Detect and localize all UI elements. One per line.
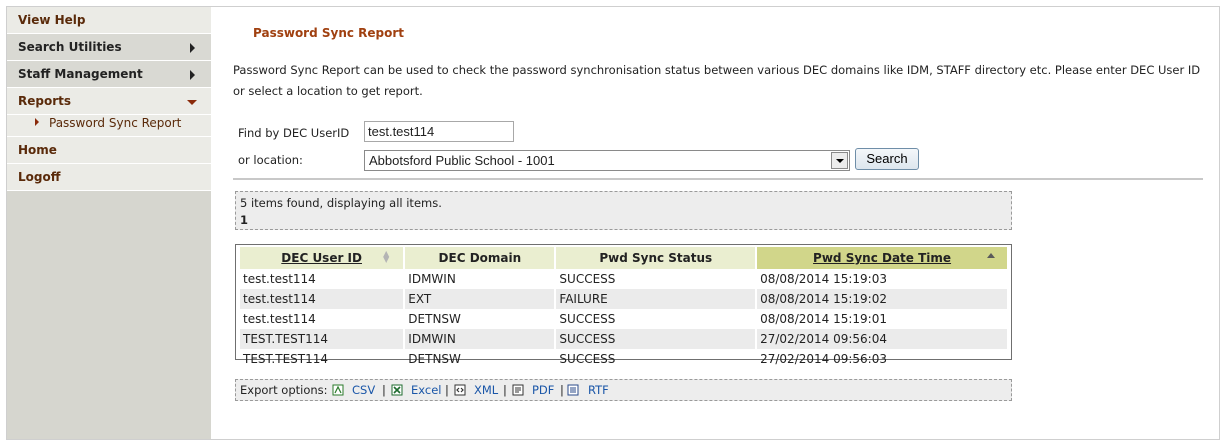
cell-user-id: test.test114 xyxy=(243,312,316,326)
sidebar-item-staff-management[interactable]: Staff Management xyxy=(7,61,211,88)
location-select[interactable]: Abbotsford Public School - 1001 xyxy=(364,150,850,171)
userid-label: Find by DEC UserID xyxy=(238,126,350,140)
column-header-pwd-sync-status: Pwd Sync Status xyxy=(556,247,756,269)
cell-status: SUCCESS xyxy=(559,272,616,286)
cell-status: SUCCESS xyxy=(556,329,756,349)
sidebar-item-home[interactable]: Home xyxy=(7,137,211,164)
location-select-value: Abbotsford Public School - 1001 xyxy=(369,153,555,168)
xml-file-icon[interactable] xyxy=(454,384,466,396)
location-label: or location: xyxy=(238,153,303,167)
table-header-row: DEC User ID ▲ ▼ DEC Domain Pwd Sync Statu… xyxy=(240,247,1007,269)
export-pdf-link[interactable]: PDF xyxy=(532,380,554,400)
search-button[interactable]: Search xyxy=(855,148,919,170)
export-separator: | xyxy=(503,383,507,397)
chevron-down-icon xyxy=(187,100,197,105)
export-separator: | xyxy=(560,383,564,397)
sidebar-item-label: Reports xyxy=(18,94,72,108)
export-separator: | xyxy=(445,383,449,397)
export-excel-link[interactable]: Excel xyxy=(411,380,441,400)
cell-user-id: test.test114 xyxy=(243,272,316,286)
column-header-pwd-sync-date-time[interactable]: Pwd Sync Date Time xyxy=(757,247,1007,269)
sidebar-item-label: Logoff xyxy=(18,170,61,184)
table-row: test.test114 DETNSW SUCCESS 08/08/2014 1… xyxy=(240,309,1007,329)
cell-domain: DETNSW xyxy=(408,312,461,326)
page-title: Password Sync Report xyxy=(253,26,405,40)
column-header-label: Pwd Sync Date Time xyxy=(813,251,952,265)
sidebar-item-search-utilities[interactable]: Search Utilities xyxy=(7,34,211,61)
cell-status: FAILURE xyxy=(556,289,756,309)
chevron-right-icon xyxy=(190,70,195,80)
sort-both-icon: ▲ ▼ xyxy=(383,249,390,264)
sidebar-item-label: Search Utilities xyxy=(18,40,122,54)
results-table: DEC User ID ▲ ▼ DEC Domain Pwd Sync Statu… xyxy=(238,247,1009,369)
csv-file-icon[interactable] xyxy=(332,384,344,396)
export-separator: | xyxy=(382,383,386,397)
export-xml-link[interactable]: XML xyxy=(474,380,498,400)
cell-domain: IDMWIN xyxy=(408,272,456,286)
reports-submenu: Password Sync Report xyxy=(7,114,211,137)
sidebar-item-label: Home xyxy=(18,143,57,157)
column-header-label: DEC User ID xyxy=(281,251,362,265)
sidebar-item-reports[interactable]: Reports xyxy=(7,88,211,115)
rtf-file-icon[interactable] xyxy=(567,384,579,396)
column-header-label: Pwd Sync Status xyxy=(599,251,713,265)
sort-ascending-icon xyxy=(987,253,995,258)
table-row: test.test114 EXT FAILURE 08/08/2014 15:1… xyxy=(240,289,1007,309)
dropdown-arrow-icon[interactable] xyxy=(831,152,848,169)
userid-input[interactable]: test.test114 xyxy=(364,121,514,142)
cell-date-time: 27/02/2014 09:56:04 xyxy=(757,329,1007,349)
column-header-label: DEC Domain xyxy=(438,251,522,265)
cell-domain: IDMWIN xyxy=(405,329,555,349)
cell-date-time: 08/08/2014 15:19:01 xyxy=(760,312,887,326)
divider xyxy=(233,178,1203,180)
page-number-link[interactable]: 1 xyxy=(240,213,248,227)
results-summary: 5 items found, displaying all items. xyxy=(240,196,442,210)
chevron-right-icon xyxy=(190,43,195,53)
sidebar-item-logoff[interactable]: Logoff xyxy=(7,164,211,191)
pdf-file-icon[interactable] xyxy=(512,384,524,396)
export-options-label: Export options: xyxy=(240,383,328,397)
excel-file-icon[interactable] xyxy=(391,384,403,396)
export-options-bar: Export options: CSV | Excel | XML | PDF … xyxy=(235,379,1012,401)
cell-status: SUCCESS xyxy=(559,352,616,366)
cell-domain: DETNSW xyxy=(408,352,461,366)
cell-user-id: TEST.TEST114 xyxy=(243,352,329,366)
page-description: Password Sync Report can be used to chec… xyxy=(233,63,1201,98)
sidebar-item-label: Staff Management xyxy=(18,67,143,81)
export-csv-link[interactable]: CSV xyxy=(352,380,375,400)
results-banner: 5 items found, displaying all items. 1 xyxy=(235,191,1012,230)
sidebar-subitem-label: Password Sync Report xyxy=(49,116,182,130)
cell-date-time: 08/08/2014 15:19:03 xyxy=(760,272,887,286)
table-row: test.test114 IDMWIN SUCCESS 08/08/2014 1… xyxy=(240,269,1007,289)
results-table-wrap: DEC User ID ▲ ▼ DEC Domain Pwd Sync Statu… xyxy=(235,244,1012,366)
cell-date-time: 27/02/2014 09:56:03 xyxy=(760,352,887,366)
column-header-dec-user-id[interactable]: DEC User ID ▲ ▼ xyxy=(240,247,404,269)
cell-user-id: TEST.TEST114 xyxy=(240,329,404,349)
bullet-arrow-icon xyxy=(35,118,39,126)
export-rtf-link[interactable]: RTF xyxy=(588,380,609,400)
sidebar-item-label: View Help xyxy=(18,13,86,27)
table-row: TEST.TEST114 DETNSW SUCCESS 27/02/2014 0… xyxy=(240,349,1007,369)
cell-user-id: test.test114 xyxy=(240,289,404,309)
sidebar-item-view-help[interactable]: View Help xyxy=(7,7,211,34)
cell-date-time: 08/08/2014 15:19:02 xyxy=(757,289,1007,309)
cell-status: SUCCESS xyxy=(559,312,616,326)
cell-domain: EXT xyxy=(405,289,555,309)
sidebar-subitem-password-sync-report[interactable]: Password Sync Report xyxy=(7,114,211,132)
main-content: Password Sync Report Password Sync Repor… xyxy=(211,7,1219,439)
column-header-dec-domain: DEC Domain xyxy=(405,247,555,269)
page-frame: View Help Search Utilities Staff Managem… xyxy=(6,6,1220,440)
sidebar: View Help Search Utilities Staff Managem… xyxy=(7,7,211,439)
table-row: TEST.TEST114 IDMWIN SUCCESS 27/02/2014 0… xyxy=(240,329,1007,349)
